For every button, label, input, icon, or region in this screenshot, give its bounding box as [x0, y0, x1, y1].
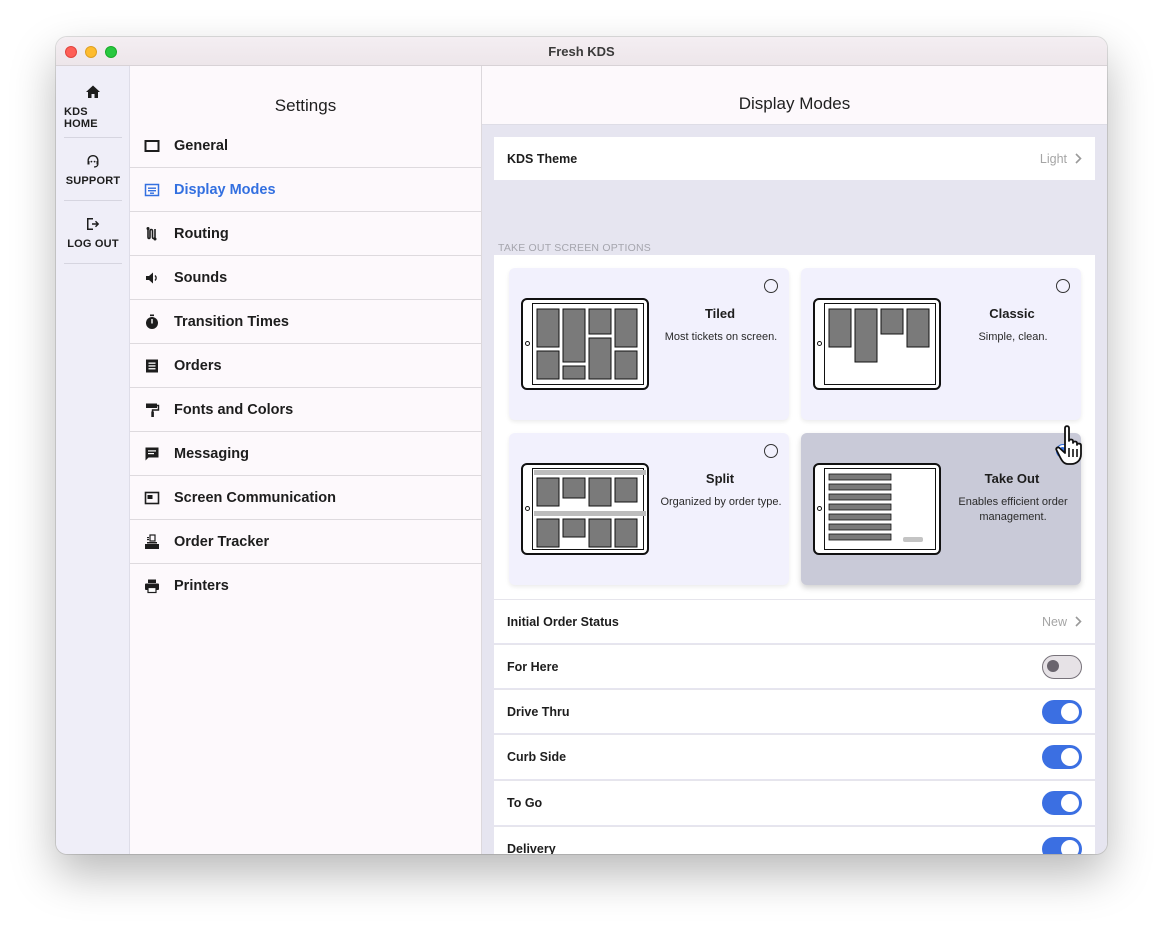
mode-radio-classic[interactable] [1056, 279, 1070, 293]
mode-card-classic[interactable]: Classic Simple, clean. [801, 268, 1081, 420]
app-window: Fresh KDS KDS HOME SUPPORT LOG OUT Setti… [56, 37, 1107, 854]
toggle-label: To Go [507, 796, 543, 810]
delivery-switch[interactable] [1042, 836, 1082, 854]
take-out-layout-illustration [813, 463, 941, 555]
settings-panel: Settings General Display Modes Routing S… [130, 66, 482, 854]
menu-item-label: Messaging [174, 445, 249, 462]
toggle-label: Drive Thru [507, 704, 570, 719]
mode-name: Classic [989, 306, 1035, 321]
mode-name: Split [705, 471, 735, 486]
menu-item-label: Order Tracker [174, 533, 270, 550]
timer-icon [144, 314, 160, 330]
classic-layout-illustration [813, 298, 941, 390]
menu-item-label: Routing [174, 225, 229, 242]
rail-support[interactable]: SUPPORT [64, 139, 122, 201]
menu-item-label: Transition Times [174, 313, 289, 330]
rail-label: KDS HOME [64, 105, 98, 130]
maximize-window-button[interactable] [105, 46, 117, 58]
mode-name: Tiled [704, 306, 736, 321]
mode-card-tiled[interactable]: Tiled Most tickets on screen. [509, 268, 789, 420]
mode-description: Simple, clean. [978, 331, 1048, 343]
kds-theme-value: Light [1039, 151, 1067, 166]
mode-card-split[interactable]: Split Organized by order type. [509, 433, 789, 585]
messaging-icon [144, 446, 160, 462]
toggle-row-drive-thru: Drive Thru [494, 689, 1095, 733]
for-here-switch[interactable] [1042, 654, 1082, 679]
to-go-switch[interactable] [1042, 791, 1082, 815]
menu-item-label: Display Modes [174, 181, 276, 198]
title-bar: Fresh KDS [56, 37, 1107, 66]
window-title: Fresh KDS [548, 43, 615, 59]
menu-item-label: Orders [174, 357, 222, 374]
menu-item-fonts-and-colors[interactable]: Fonts and Colors [130, 388, 481, 432]
menu-item-order-tracker[interactable]: Order Tracker [130, 520, 481, 564]
chevron-right-icon [1075, 153, 1082, 164]
initial-order-status-label: Initial Order Status [507, 614, 619, 629]
display-mode-options: Tiled Most tickets on screen. Classic Si… [494, 255, 1095, 599]
hand-pointer-cursor-icon [1055, 425, 1082, 465]
close-window-button[interactable] [65, 46, 77, 58]
display-modes-icon [144, 182, 160, 198]
toggle-row-for-here: For Here [494, 644, 1095, 688]
curb-side-switch[interactable] [1042, 745, 1082, 769]
menu-item-routing[interactable]: Routing [130, 212, 481, 256]
initial-order-status-row[interactable]: Initial Order Status New [494, 599, 1095, 643]
toggle-label: Delivery [507, 841, 556, 855]
paint-roller-icon [144, 402, 160, 418]
screen-communication-icon [144, 490, 160, 506]
menu-item-messaging[interactable]: Messaging [130, 432, 481, 476]
window-controls [65, 46, 117, 58]
section-label: TAKE OUT SCREEN OPTIONS [498, 242, 651, 254]
rail-kds-home[interactable]: KDS HOME [64, 76, 122, 138]
menu-item-label: Screen Communication [174, 489, 336, 506]
printer-icon [144, 578, 160, 594]
mode-name: Take Out [984, 471, 1040, 486]
rail-log-out[interactable]: LOG OUT [64, 202, 122, 264]
nav-rail: KDS HOME SUPPORT LOG OUT [56, 66, 130, 854]
sounds-icon [144, 270, 160, 286]
menu-item-display-modes[interactable]: Display Modes [130, 168, 481, 212]
tiled-layout-illustration [521, 298, 649, 390]
general-icon [144, 138, 160, 154]
rail-label: LOG OUT [67, 237, 119, 250]
menu-item-printers[interactable]: Printers [130, 564, 481, 608]
mode-radio-tiled[interactable] [764, 279, 778, 293]
menu-item-label: Sounds [174, 269, 228, 286]
menu-item-label: General [174, 137, 228, 154]
menu-item-sounds[interactable]: Sounds [130, 256, 481, 300]
mode-card-take-out[interactable]: Take Out Enables efficient order managem… [801, 433, 1081, 585]
menu-item-general[interactable]: General [130, 124, 481, 168]
initial-order-status-value: New [1041, 614, 1067, 629]
toggle-row-curb-side: Curb Side [494, 734, 1095, 779]
minimize-window-button[interactable] [85, 46, 97, 58]
toggle-row-to-go: To Go [494, 780, 1095, 825]
split-layout-illustration [521, 463, 649, 555]
menu-item-label: Printers [174, 578, 229, 594]
rail-label: SUPPORT [65, 174, 121, 187]
home-icon [86, 85, 100, 98]
menu-item-transition-times[interactable]: Transition Times [130, 300, 481, 344]
mode-radio-split[interactable] [764, 444, 778, 458]
mode-description: Most tickets on screen. [664, 331, 778, 343]
support-icon [87, 154, 99, 168]
routing-icon [144, 226, 160, 242]
kds-theme-row[interactable]: KDS Theme Light [494, 137, 1095, 180]
toggle-label: For Here [507, 659, 559, 674]
chevron-right-icon [1075, 616, 1082, 627]
toggle-row-delivery: Delivery [494, 826, 1095, 854]
mode-description: Enables efficient order management. [958, 496, 1068, 523]
detail-pane: Display Modes KDS Theme Light TAKE OUT S… [482, 66, 1107, 854]
mode-description: Organized by order type. [660, 496, 782, 508]
orders-icon [144, 358, 160, 374]
kds-theme-label: KDS Theme [507, 151, 578, 166]
detail-title: Display Modes [482, 66, 1107, 125]
drive-thru-switch[interactable] [1042, 699, 1082, 724]
toggle-label: Curb Side [507, 750, 567, 764]
settings-title: Settings [274, 96, 337, 115]
order-tracker-icon [144, 533, 160, 550]
menu-item-screen-communication[interactable]: Screen Communication [130, 476, 481, 520]
menu-item-orders[interactable]: Orders [130, 344, 481, 388]
menu-item-label: Fonts and Colors [174, 401, 294, 418]
logout-icon [87, 217, 100, 230]
